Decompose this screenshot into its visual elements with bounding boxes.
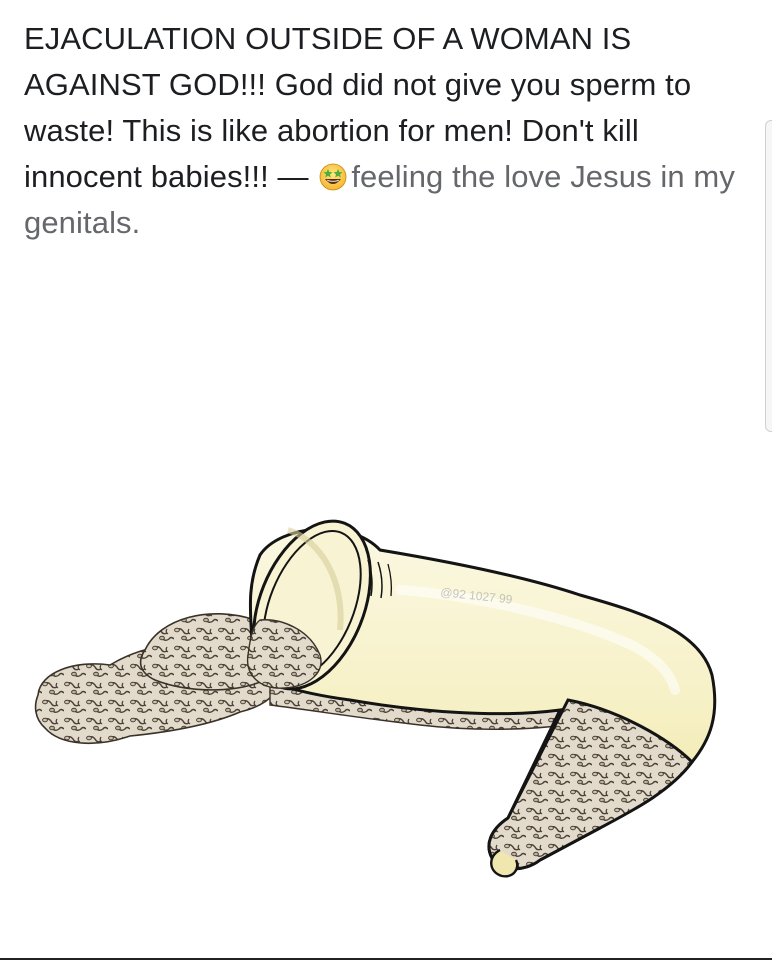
star-eyes-emoji-icon [319, 163, 347, 191]
post-body: EJACULATION OUTSIDE OF A WOMAN IS AGAINS… [24, 16, 752, 246]
post-card: EJACULATION OUTSIDE OF A WOMAN IS AGAINS… [0, 0, 772, 960]
separator-dash: — [268, 159, 318, 194]
spilled-condom-illustration: @92 1027 99 [34, 519, 717, 878]
scrollbar-edge[interactable] [765, 120, 772, 432]
